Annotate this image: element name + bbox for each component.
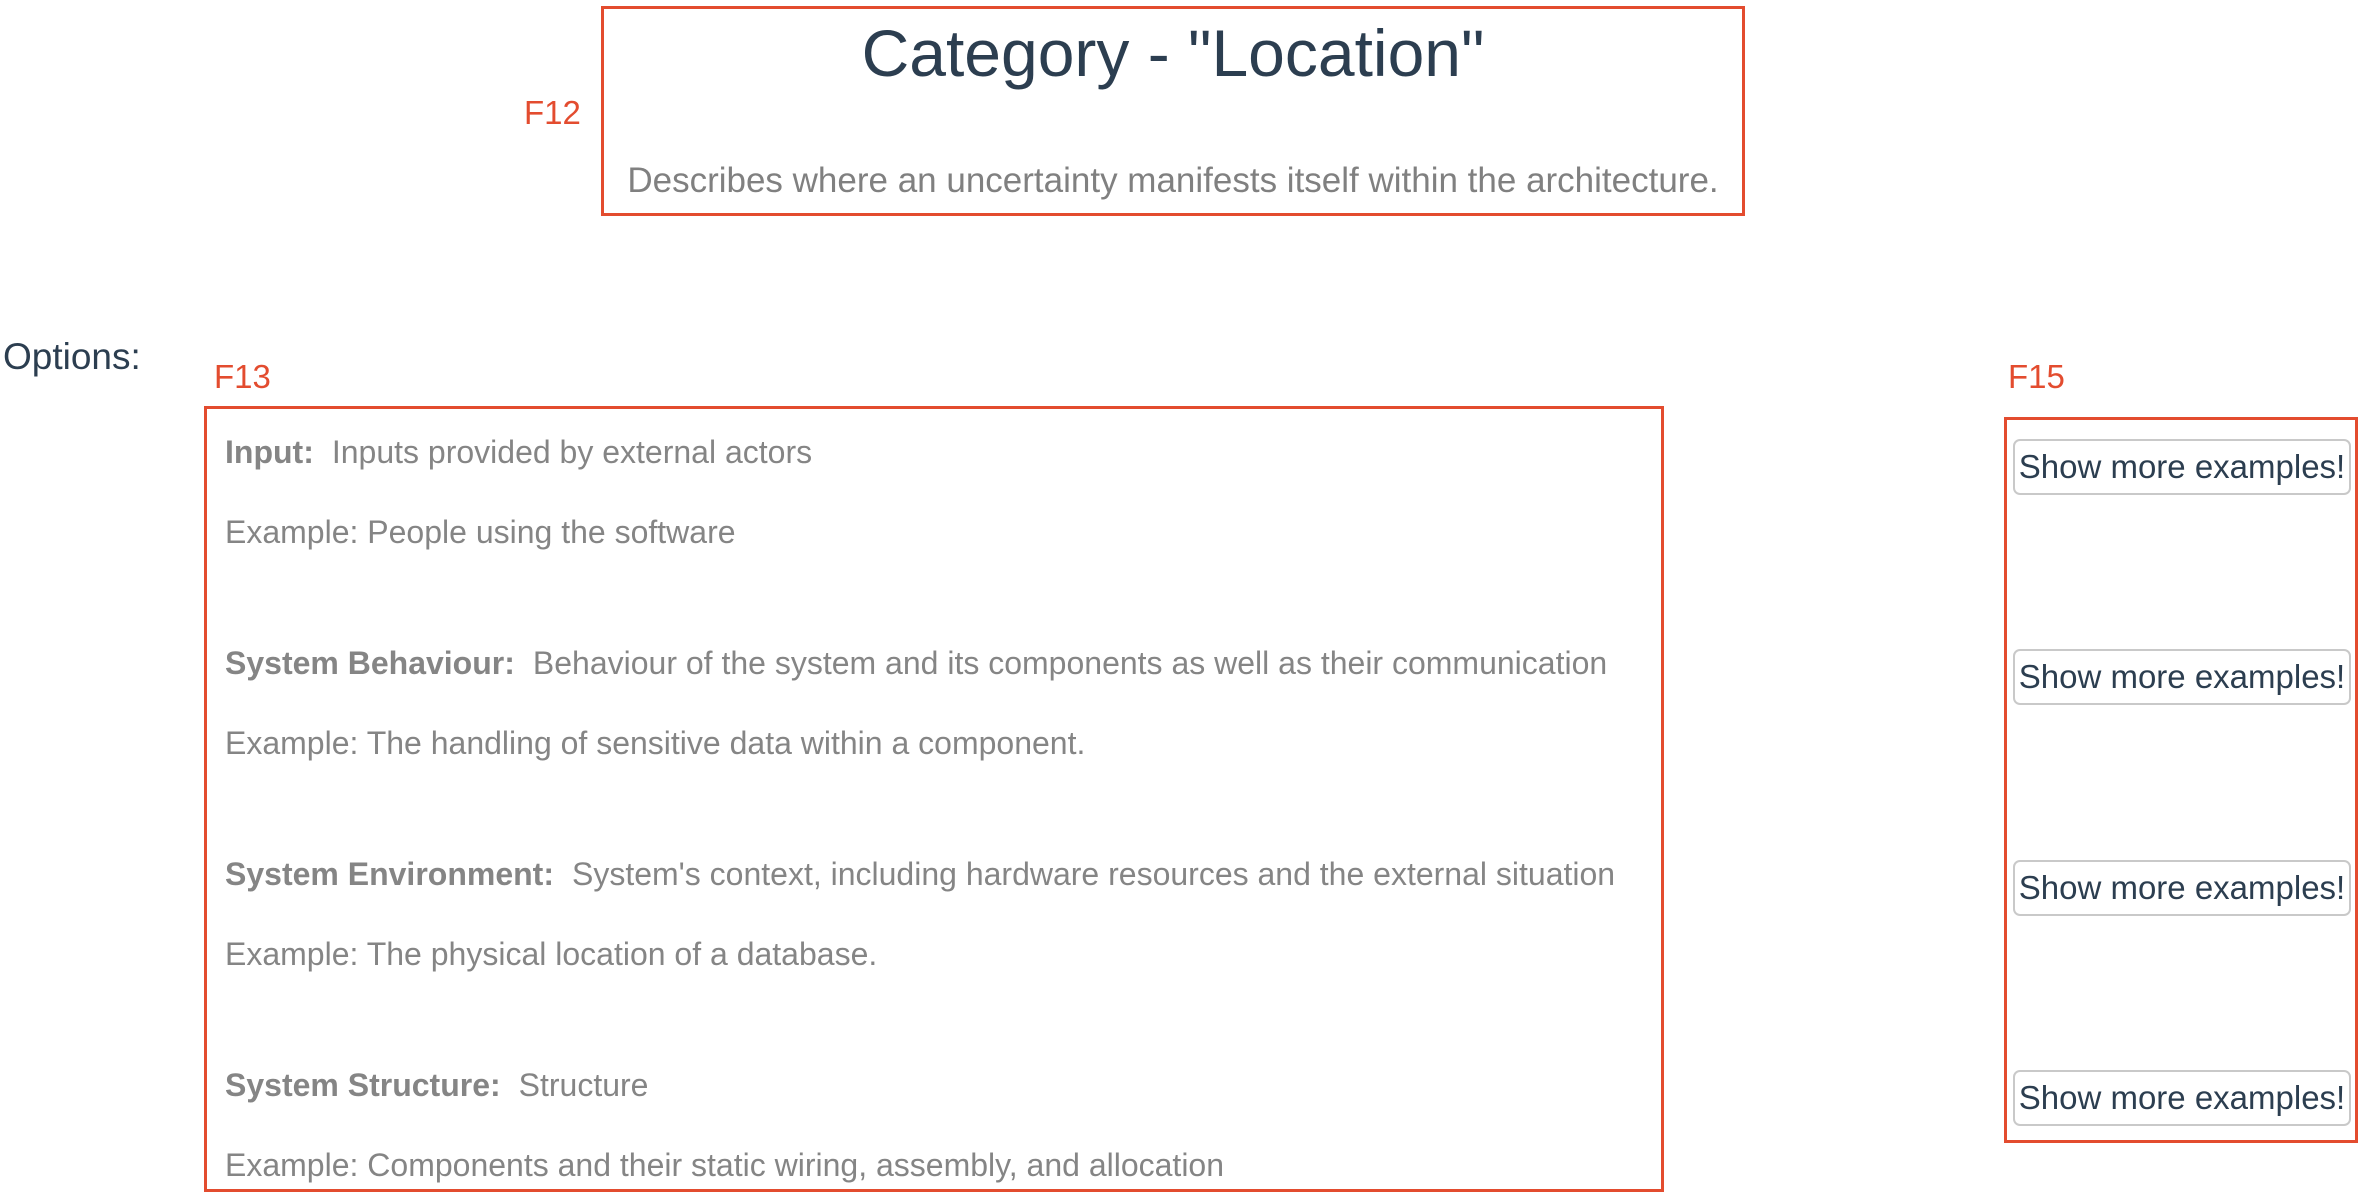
annotation-label-f15: F15 bbox=[2008, 358, 2065, 395]
option-system-behaviour: System Behaviour: Behaviour of the system… bbox=[225, 644, 1665, 762]
option-header: System Environment: System's context, inc… bbox=[225, 855, 1665, 893]
option-name: System Behaviour: bbox=[225, 645, 515, 681]
show-more-examples-button-system-environment[interactable]: Show more examples! bbox=[2013, 860, 2351, 916]
option-system-structure: System Structure: Structure Example: Comp… bbox=[225, 1066, 1665, 1184]
option-example: Example: The handling of sensitive data … bbox=[225, 725, 1086, 761]
options-heading: Options: bbox=[3, 336, 141, 377]
show-more-examples-button-system-behaviour[interactable]: Show more examples! bbox=[2013, 649, 2351, 705]
option-description: Behaviour of the system and its componen… bbox=[532, 645, 1608, 681]
option-header: System Behaviour: Behaviour of the system… bbox=[225, 644, 1665, 682]
option-system-environment: System Environment: System's context, inc… bbox=[225, 855, 1665, 973]
option-description: Structure bbox=[518, 1067, 649, 1103]
annotation-label-f12: F12 bbox=[524, 94, 581, 131]
option-header: Input: Inputs provided by external actors bbox=[225, 433, 1665, 471]
option-example: Example: Components and their static wir… bbox=[225, 1147, 1225, 1183]
show-more-examples-button-system-structure[interactable]: Show more examples! bbox=[2013, 1070, 2351, 1126]
option-example: Example: The physical location of a data… bbox=[225, 936, 878, 972]
page: F12 Category - "Location" Describes wher… bbox=[0, 0, 2364, 1198]
option-description: System's context, including hardware res… bbox=[571, 856, 1616, 892]
show-more-buttons: Show more examples! Show more examples! … bbox=[2004, 417, 2358, 1143]
page-title: Category - "Location" bbox=[861, 16, 1485, 90]
option-name: System Structure: bbox=[225, 1067, 501, 1103]
option-description: Inputs provided by external actors bbox=[331, 434, 813, 470]
option-header: System Structure: Structure bbox=[225, 1066, 1665, 1104]
options-list: Input: Inputs provided by external actors… bbox=[204, 406, 1664, 1192]
option-example: Example: People using the software bbox=[225, 514, 736, 550]
category-header: Category - "Location" Describes where an… bbox=[601, 6, 1745, 216]
option-input: Input: Inputs provided by external actors… bbox=[225, 433, 1665, 551]
annotation-label-f13: F13 bbox=[214, 358, 271, 395]
category-description: Describes where an uncertainty manifests… bbox=[627, 161, 1719, 200]
show-more-examples-button-input[interactable]: Show more examples! bbox=[2013, 439, 2351, 495]
option-name: System Environment: bbox=[225, 856, 554, 892]
option-name: Input: bbox=[225, 434, 314, 470]
